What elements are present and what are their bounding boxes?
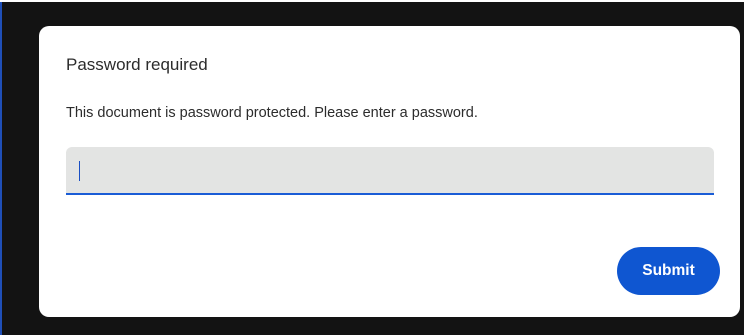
text-cursor [79, 161, 80, 181]
submit-button[interactable]: Submit [617, 247, 720, 295]
password-dialog: Password required This document is passw… [39, 26, 740, 317]
dialog-message: This document is password protected. Ple… [66, 105, 478, 121]
dialog-title: Password required [66, 55, 208, 74]
password-input[interactable] [66, 147, 714, 195]
app-window-backdrop: Password required This document is passw… [0, 2, 744, 335]
